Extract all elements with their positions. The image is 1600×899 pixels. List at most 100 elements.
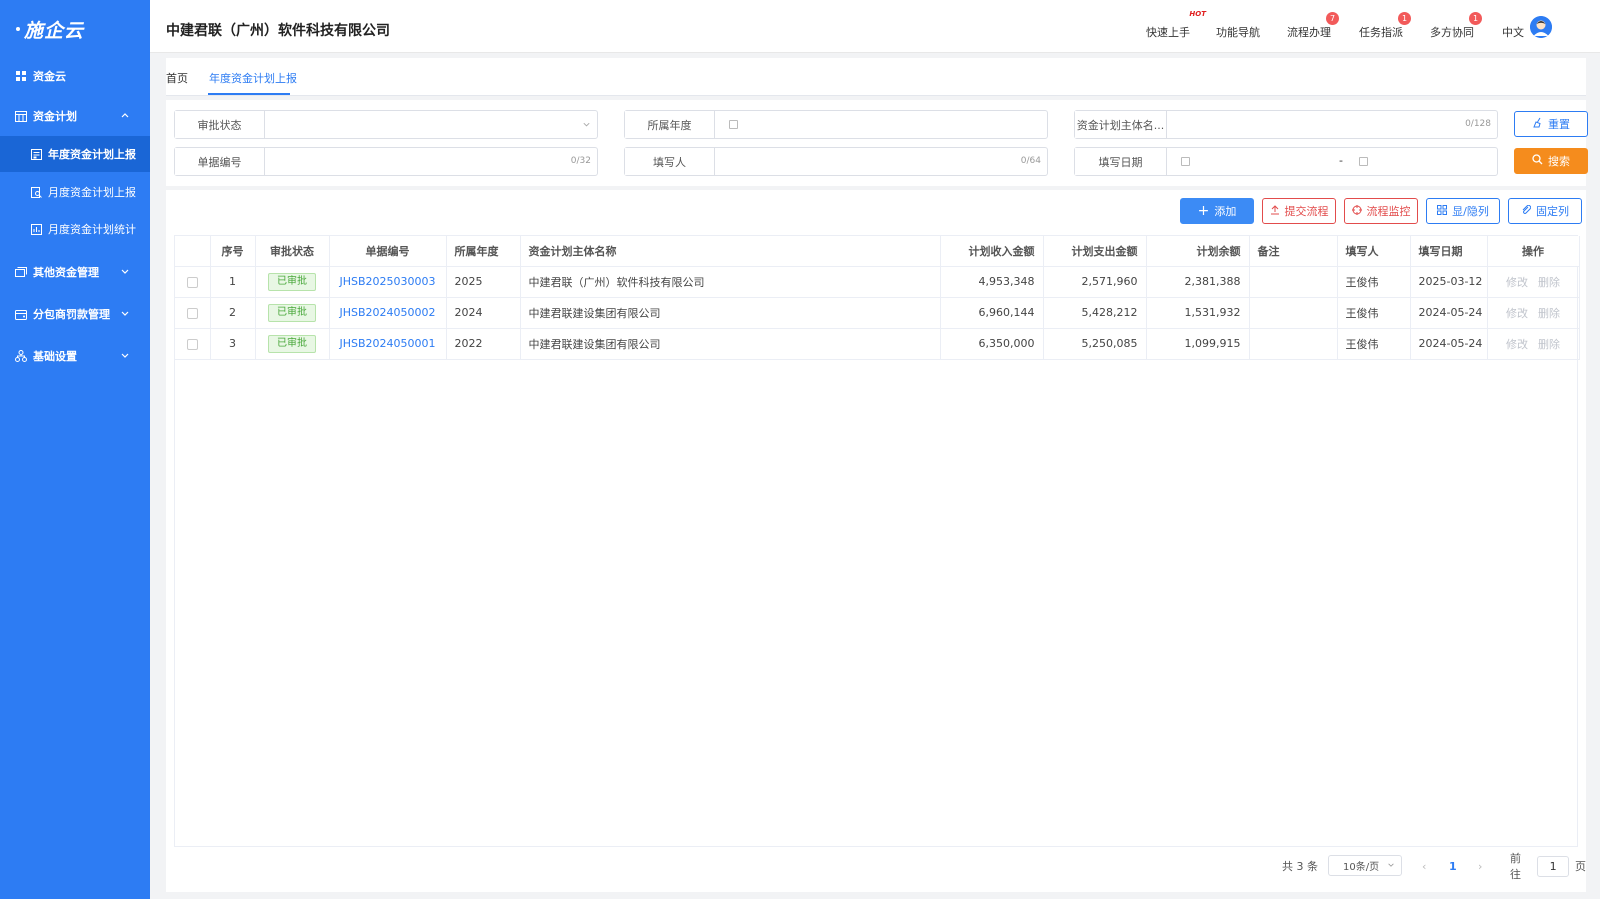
nav-workflow[interactable]: 流程办理 7 bbox=[1287, 12, 1339, 40]
char-count: 0/128 bbox=[1465, 119, 1491, 129]
approval-status-select[interactable] bbox=[265, 111, 597, 138]
chevron-down-icon bbox=[120, 266, 130, 276]
notification-badge: 7 bbox=[1326, 12, 1339, 25]
column-header: 所属年度 bbox=[446, 236, 521, 267]
button-label: 重置 bbox=[1548, 118, 1570, 131]
cell-income: 4,953,348 bbox=[940, 266, 1044, 298]
filler-input[interactable]: 0/64 bbox=[715, 148, 1047, 175]
sidebar: 施企云 资金云 资金计划 年度资金计划上报 月度资金计划上报 月度资金计划统计 bbox=[0, 0, 150, 899]
column-header: 审批状态 bbox=[255, 236, 330, 267]
nav-collaboration[interactable]: 多方协同 1 bbox=[1430, 12, 1482, 40]
goto-page: 前往 1 页 bbox=[1510, 852, 1586, 881]
filter-label: 填写人 bbox=[625, 148, 715, 175]
cell-expense: 5,250,085 bbox=[1043, 328, 1147, 360]
data-table: 序号 审批状态 单据编号 所属年度 资金计划主体名称 计划收入金额 计划支出金额… bbox=[174, 235, 1580, 847]
row-checkbox[interactable] bbox=[186, 307, 198, 319]
column-header: 计划余额 bbox=[1146, 236, 1250, 267]
cell-expense: 2,571,960 bbox=[1043, 266, 1147, 298]
sidebar-item-monthly-plan-report[interactable]: 月度资金计划上报 bbox=[0, 174, 150, 210]
sidebar-item-basic-settings[interactable]: 基础设置 bbox=[0, 338, 150, 374]
delete-action[interactable]: 删除 bbox=[1538, 276, 1560, 289]
cell-subject: 中建君联建设集团有限公司 bbox=[520, 297, 941, 329]
row-checkbox[interactable] bbox=[186, 276, 198, 288]
column-header: 资金计划主体名称 bbox=[520, 236, 941, 267]
next-page-icon[interactable]: › bbox=[1478, 855, 1482, 877]
doc-no-link[interactable]: JHSB2024050001 bbox=[339, 337, 435, 350]
flow-monitor-button[interactable]: 流程监控 bbox=[1344, 198, 1418, 224]
fixed-columns-button[interactable]: 固定列 bbox=[1508, 198, 1582, 224]
sidebar-item-label: 基础设置 bbox=[33, 350, 77, 363]
nav-function-guide[interactable]: 功能导航 bbox=[1216, 24, 1260, 40]
sidebar-item-label: 分包商罚款管理 bbox=[33, 308, 110, 321]
doc-no-input[interactable]: 0/32 bbox=[265, 148, 597, 175]
goto-suffix: 页 bbox=[1575, 860, 1586, 873]
show-hide-columns-button[interactable]: 显/隐列 bbox=[1426, 198, 1500, 224]
button-label: 流程监控 bbox=[1366, 205, 1411, 218]
calendar-icon bbox=[729, 120, 738, 129]
delete-action[interactable]: 删除 bbox=[1538, 338, 1560, 351]
filter-fill-date: 填写日期 - bbox=[1074, 147, 1498, 176]
nav-label: 功能导航 bbox=[1216, 26, 1260, 39]
column-header: 序号 bbox=[210, 236, 256, 267]
sidebar-item-subcontractor-fine[interactable]: 分包商罚款管理 bbox=[0, 296, 150, 332]
edit-action[interactable]: 修改 bbox=[1506, 338, 1528, 351]
nav-label: 流程办理 bbox=[1287, 26, 1331, 39]
sidebar-item-fund-cloud[interactable]: 资金云 bbox=[0, 58, 150, 94]
sidebar-item-other-fund-management[interactable]: 其他资金管理 bbox=[0, 254, 150, 290]
cell-expense: 5,428,212 bbox=[1043, 297, 1147, 329]
column-header: 单据编号 bbox=[329, 236, 447, 267]
reset-button[interactable]: 重置 bbox=[1514, 111, 1588, 137]
delete-action[interactable]: 删除 bbox=[1538, 307, 1560, 320]
search-button[interactable]: 搜索 bbox=[1514, 148, 1588, 174]
sidebar-item-label: 月度资金计划统计 bbox=[48, 223, 136, 236]
subject-name-input[interactable]: 0/128 bbox=[1167, 111, 1497, 138]
prev-page-icon[interactable]: ‹ bbox=[1422, 855, 1426, 877]
fill-date-range-picker[interactable]: - bbox=[1167, 148, 1497, 175]
edit-action[interactable]: 修改 bbox=[1506, 307, 1528, 320]
page-tabs: 首页 年度资金计划上报 bbox=[166, 58, 1586, 96]
filter-label: 审批状态 bbox=[175, 111, 265, 138]
sidebar-item-monthly-plan-stats[interactable]: 月度资金计划统计 bbox=[0, 211, 150, 247]
status-badge: 已审批 bbox=[268, 272, 316, 291]
column-header: 操作 bbox=[1487, 236, 1580, 267]
active-tab-indicator bbox=[208, 93, 290, 95]
language-label: 中文 bbox=[1502, 26, 1524, 39]
doc-no-link[interactable]: JHSB2024050002 bbox=[339, 306, 435, 319]
select-all-header bbox=[175, 236, 211, 267]
tab-home[interactable]: 首页 bbox=[166, 70, 188, 86]
button-label: 固定列 bbox=[1536, 205, 1569, 218]
year-picker[interactable] bbox=[715, 111, 1047, 138]
button-label: 提交流程 bbox=[1284, 205, 1329, 218]
tab-annual-plan-report[interactable]: 年度资金计划上报 bbox=[209, 70, 297, 86]
document-chart-icon bbox=[30, 223, 42, 235]
broom-icon bbox=[1532, 117, 1543, 131]
company-name: 中建君联（广州）软件科技有限公司 bbox=[166, 23, 390, 39]
filter-year: 所属年度 bbox=[624, 110, 1048, 139]
sidebar-item-fund-plan[interactable]: 资金计划 bbox=[0, 98, 150, 134]
cell-no: 2 bbox=[210, 297, 256, 329]
goto-page-input[interactable]: 1 bbox=[1537, 855, 1569, 877]
nav-quick-start[interactable]: 快速上手 HOT bbox=[1146, 10, 1206, 40]
submit-flow-button[interactable]: 提交流程 bbox=[1262, 198, 1336, 224]
doc-no-link[interactable]: JHSB2025030003 bbox=[339, 275, 435, 288]
button-label: 搜索 bbox=[1548, 155, 1570, 168]
nav-task-assign[interactable]: 任务指派 1 bbox=[1359, 12, 1411, 40]
cell-income: 6,350,000 bbox=[940, 328, 1044, 360]
column-header: 计划支出金额 bbox=[1043, 236, 1147, 267]
cell-remark bbox=[1249, 266, 1338, 298]
status-badge: 已审批 bbox=[268, 334, 316, 353]
user-avatar[interactable] bbox=[1530, 16, 1552, 38]
page-number-current[interactable]: 1 bbox=[1449, 855, 1457, 877]
brand-logo[interactable]: 施企云 bbox=[0, 0, 150, 58]
add-button[interactable]: + 添加 bbox=[1180, 198, 1254, 224]
chevron-down-icon bbox=[120, 308, 130, 318]
button-label: 添加 bbox=[1214, 205, 1237, 218]
upload-icon bbox=[1270, 204, 1280, 218]
page-size-select[interactable]: 10条/页 bbox=[1328, 855, 1402, 876]
row-checkbox[interactable] bbox=[186, 338, 198, 350]
cell-date: 2024-05-24 bbox=[1410, 297, 1488, 329]
sidebar-item-annual-plan-report[interactable]: 年度资金计划上报 bbox=[0, 136, 150, 172]
edit-action[interactable]: 修改 bbox=[1506, 276, 1528, 289]
main-panel: + 添加 提交流程 流程监控 显/隐列 固定列 序号 审批状态 单据编号 所属年… bbox=[166, 190, 1586, 892]
filter-doc-no: 单据编号 0/32 bbox=[174, 147, 598, 176]
